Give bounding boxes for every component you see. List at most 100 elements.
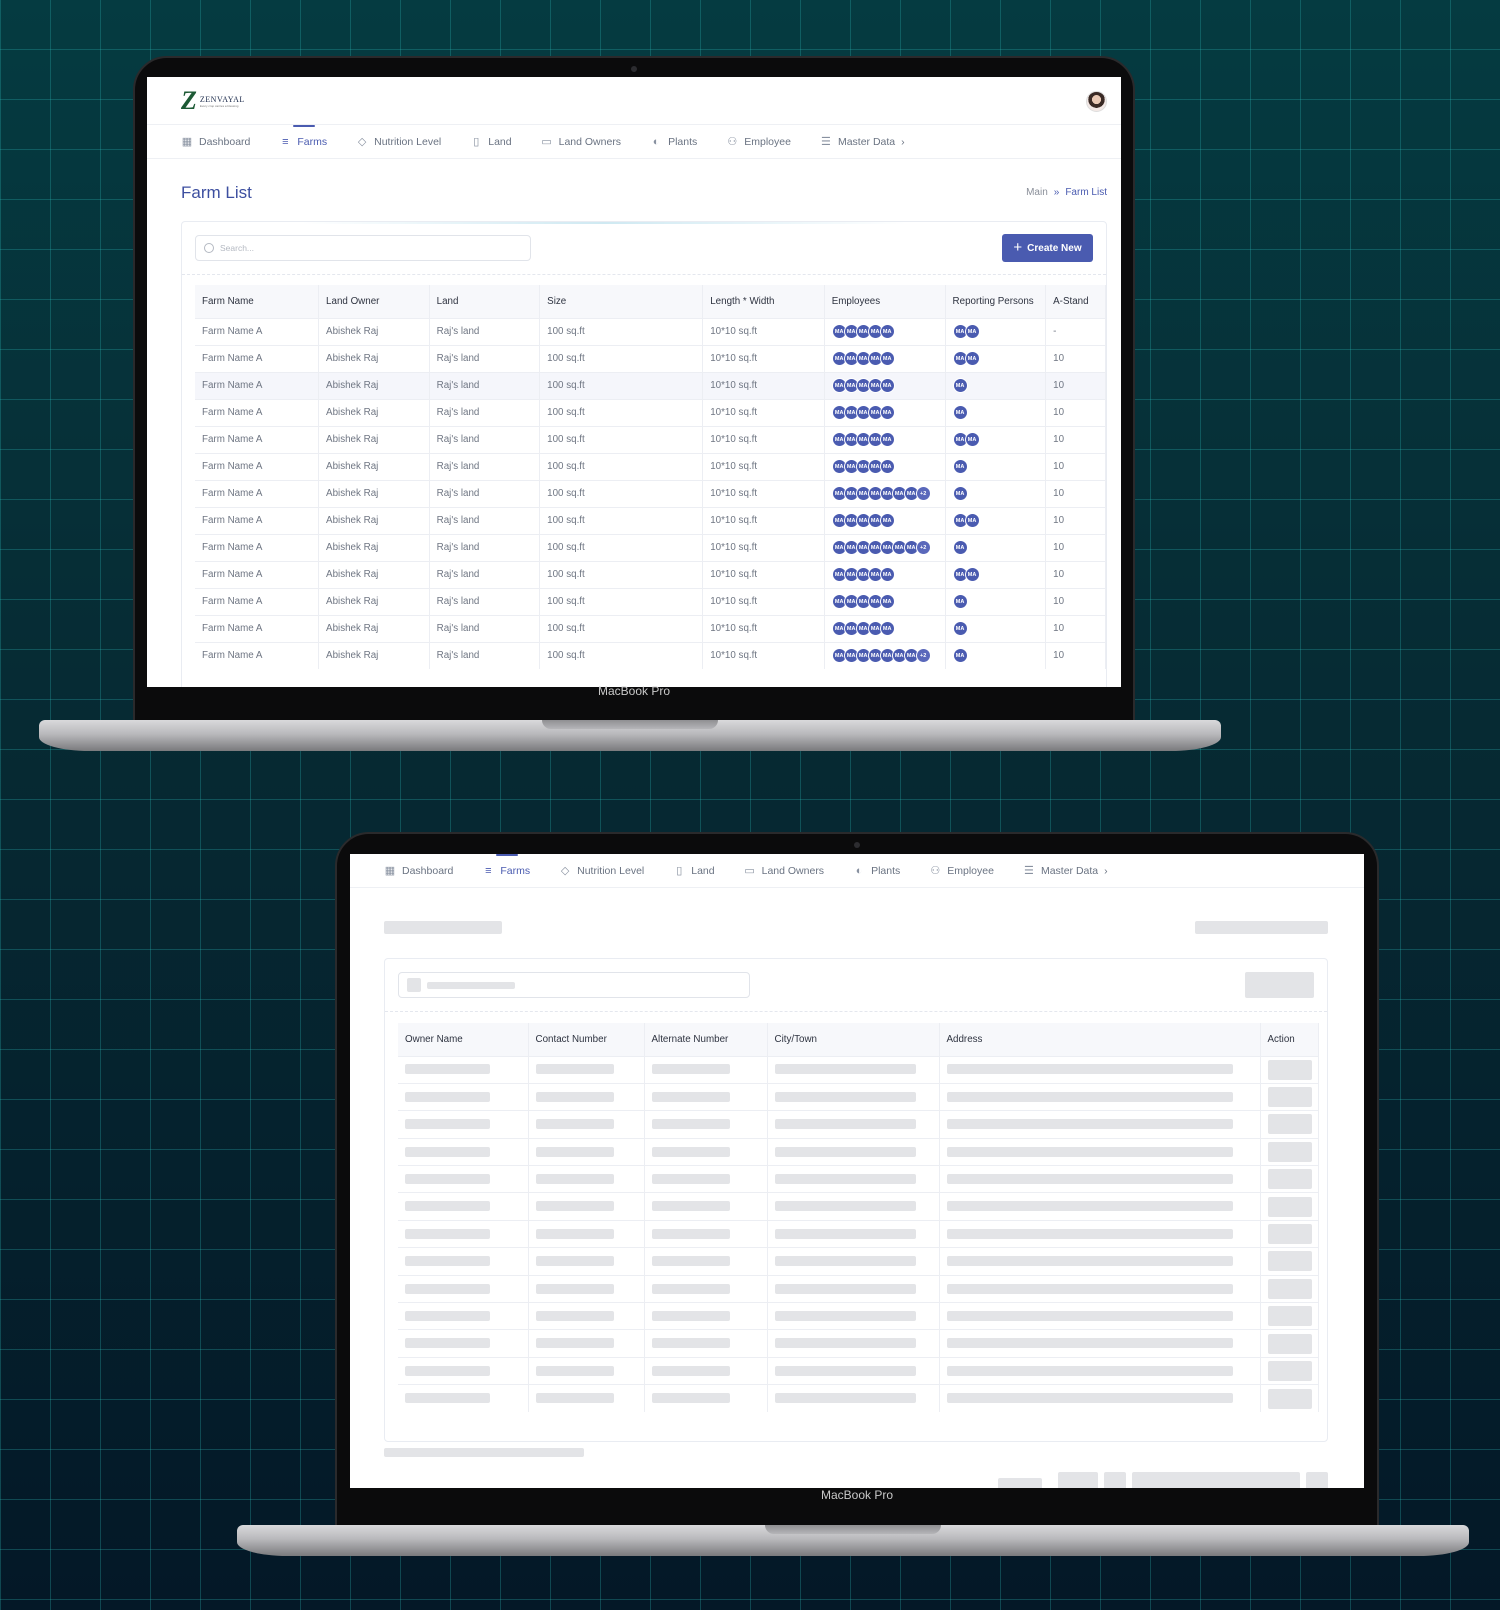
avatar-chip[interactable]: MA [879, 567, 895, 582]
column-header[interactable]: Length * Width [702, 285, 825, 318]
create-new-button[interactable]: + Create New [1002, 234, 1093, 262]
column-header[interactable]: City/Town [767, 1023, 940, 1056]
column-header[interactable]: Land Owner [318, 285, 430, 318]
skeleton-bar [1267, 1333, 1312, 1354]
table-row[interactable]: Farm Name A Abishek Raj Raj's land 100 sq.f… [195, 344, 1106, 372]
avatar-chip[interactable]: MA [952, 459, 968, 474]
avatar-chip[interactable]: MA [964, 513, 980, 528]
column-header[interactable]: A-Stand [1045, 285, 1106, 318]
column-header[interactable]: Contact Number [528, 1023, 645, 1056]
nav-item-employee[interactable]: ⚇ Employee [929, 854, 994, 888]
cell-reporting-persons: MA [945, 641, 1047, 669]
avatar-chip[interactable]: MA [879, 594, 895, 609]
column-header[interactable]: Reporting Persons [945, 285, 1047, 318]
cell-owner: Abishek Raj [318, 452, 430, 480]
avatar-chip[interactable]: MA [879, 513, 895, 528]
nav-item-nutrition-level[interactable]: ◇ Nutrition Level [356, 125, 441, 159]
nav-item-dashboard[interactable]: ▦ Dashboard [384, 854, 454, 888]
avatar-chip[interactable]: MA [879, 432, 895, 447]
column-header[interactable]: Farm Name [195, 285, 320, 318]
more-count-chip[interactable]: +2 [915, 486, 931, 501]
laptop-model-label: MacBook Pro [597, 684, 671, 698]
skeleton-bar [774, 1228, 916, 1239]
avatar-chip[interactable]: MA [964, 324, 980, 339]
nav-item-dashboard[interactable]: ▦ Dashboard [181, 125, 251, 159]
nav-item-land[interactable]: ▯ Land [470, 125, 511, 159]
table-row[interactable]: Farm Name A Abishek Raj Raj's land 100 sq.f… [195, 641, 1106, 669]
pagination-skeleton [998, 1472, 1328, 1488]
table-row[interactable]: Farm Name A Abishek Raj Raj's land 100 sq.f… [195, 425, 1106, 453]
cell-farm: Farm Name A [195, 371, 320, 399]
column-header[interactable]: Owner Name [398, 1023, 529, 1056]
cell-dims: 10*10 sq.ft [702, 587, 825, 615]
table-row[interactable]: Farm Name A Abishek Raj Raj's land 100 sq.f… [195, 398, 1106, 426]
cell-farm: Farm Name A [195, 614, 320, 642]
nav-item-plants[interactable]: ◐ Plants [650, 125, 698, 159]
brand-logo[interactable]: Z ZENVAYAL Every crop carries a blessing [181, 88, 245, 114]
table-row[interactable]: Farm Name A Abishek Raj Raj's land 100 sq.f… [195, 533, 1106, 561]
cell-land: Raj's land [429, 425, 541, 453]
cell-reporting-persons: MA MA [945, 506, 1047, 534]
avatar-chip[interactable]: MA [879, 459, 895, 474]
avatar-chip[interactable]: MA [879, 621, 895, 636]
avatar-chip[interactable]: MA [952, 486, 968, 501]
table-row[interactable]: Farm Name A Abishek Raj Raj's land 100 sq.f… [195, 452, 1106, 480]
column-header[interactable]: Employees [824, 285, 946, 318]
skeleton-bar [405, 1201, 490, 1212]
table-row[interactable]: Farm Name A Abishek Raj Raj's land 100 sq.f… [195, 506, 1106, 534]
avatar-chip[interactable]: MA [952, 378, 968, 393]
nav-item-plants[interactable]: ◐ Plants [853, 854, 901, 888]
avatar-chip[interactable]: MA [879, 351, 895, 366]
avatar-chip[interactable]: MA [964, 567, 980, 582]
skeleton-bar [535, 1365, 614, 1376]
more-count-chip[interactable]: +2 [915, 540, 931, 555]
avatar-chip[interactable]: MA [952, 648, 968, 664]
table-row[interactable]: Farm Name A Abishek Raj Raj's land 100 sq.f… [195, 371, 1106, 399]
avatar-chip[interactable]: MA [952, 594, 968, 609]
column-header[interactable]: Action [1260, 1023, 1319, 1056]
search-icon [204, 243, 214, 253]
nav-item-land[interactable]: ▯ Land [673, 854, 714, 888]
nav-item-employee[interactable]: ⚇ Employee [726, 125, 791, 159]
cell-land: Raj's land [429, 614, 541, 642]
avatar-chip[interactable]: MA [879, 405, 895, 420]
cell-dims: 10*10 sq.ft [702, 344, 825, 372]
avatar-chip[interactable]: MA [964, 432, 980, 447]
cell-owner: Abishek Raj [318, 425, 430, 453]
table-row[interactable]: Farm Name A Abishek Raj Raj's land 100 sq.f… [195, 614, 1106, 642]
avatar-chip[interactable]: MA [879, 378, 895, 393]
table-row[interactable]: Farm Name A Abishek Raj Raj's land 100 sq.f… [195, 587, 1106, 615]
nav-item-land-owners[interactable]: ▭ Land Owners [744, 854, 824, 888]
nav-item-farms[interactable]: ≡ Farms [279, 124, 327, 159]
breadcrumb-root[interactable]: Main [1026, 187, 1048, 198]
nav-item-land-owners[interactable]: ▭ Land Owners [541, 125, 621, 159]
skeleton-bar [405, 1228, 490, 1239]
avatar-chip[interactable]: MA [964, 351, 980, 366]
user-avatar[interactable] [1086, 91, 1107, 112]
nav-item-master-data[interactable]: ☰ Master Data › [820, 125, 905, 159]
cell-owner: Abishek Raj [318, 479, 430, 507]
table-row[interactable]: Farm Name A Abishek Raj Raj's land 100 sq.f… [195, 317, 1106, 345]
skeleton-row [398, 1302, 1319, 1330]
skeleton-bar [946, 1146, 1233, 1157]
avatar-chip[interactable]: MA [952, 621, 968, 636]
avatar-chip[interactable]: MA [879, 324, 895, 339]
column-header[interactable]: Size [539, 285, 704, 318]
avatar-chip[interactable]: MA [952, 540, 968, 555]
search-input[interactable]: Search... [195, 235, 531, 261]
skeleton-bar [651, 1365, 730, 1376]
nav-item-nutrition-level[interactable]: ◇ Nutrition Level [559, 854, 644, 888]
cell-owner: Abishek Raj [318, 614, 430, 642]
cell-reporting-persons: MA MA [945, 560, 1047, 588]
nav-item-master-data[interactable]: ☰ Master Data › [1023, 854, 1108, 888]
column-header[interactable]: Alternate Number [644, 1023, 768, 1056]
cell-reporting-persons: MA [945, 479, 1047, 507]
nav-item-farms[interactable]: ≡ Farms [482, 854, 530, 888]
avatar-chip[interactable]: MA [952, 405, 968, 420]
more-count-chip[interactable]: +2 [915, 648, 931, 664]
column-header[interactable]: Land [429, 285, 541, 318]
table-row[interactable]: Farm Name A Abishek Raj Raj's land 100 sq.f… [195, 560, 1106, 588]
table-row[interactable]: Farm Name A Abishek Raj Raj's land 100 sq.f… [195, 479, 1106, 507]
nav-item-label: Master Data [837, 135, 896, 148]
column-header[interactable]: Address [939, 1023, 1261, 1056]
